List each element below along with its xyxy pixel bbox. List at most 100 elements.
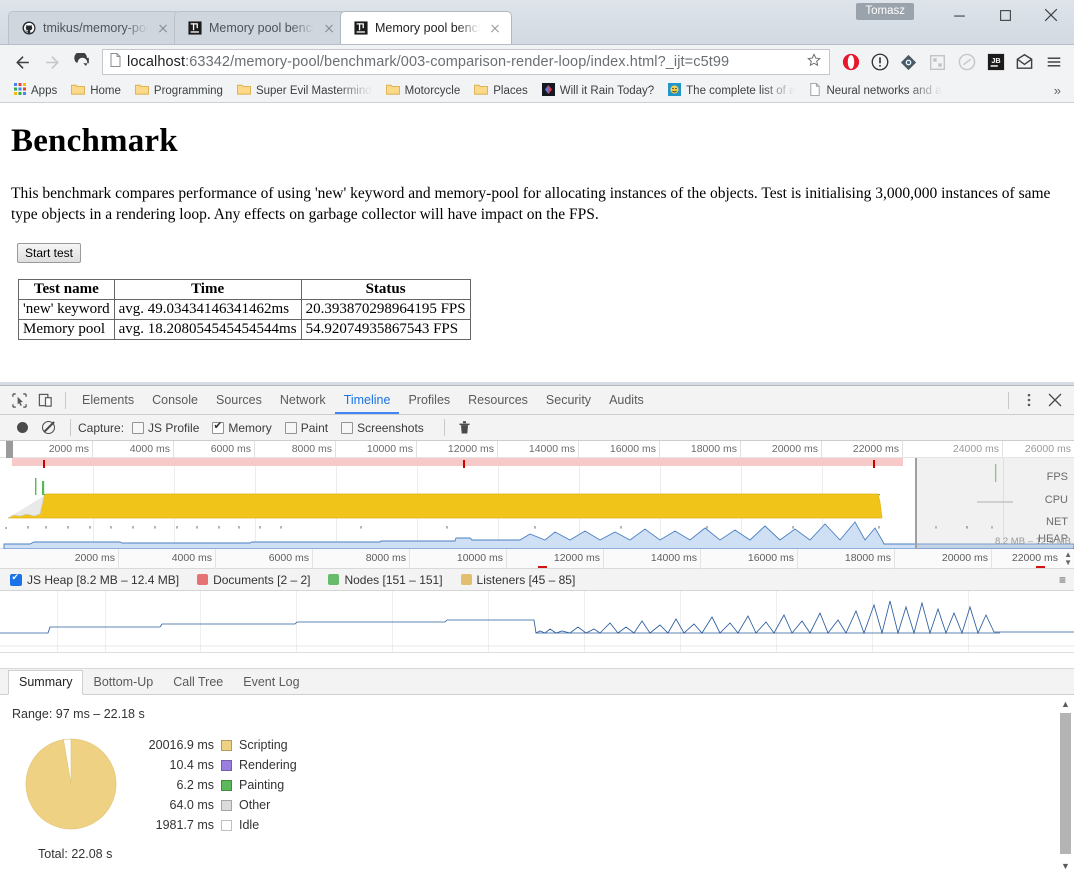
- tab-event-log[interactable]: Event Log: [233, 671, 309, 694]
- inspect-cursor-icon[interactable]: [6, 388, 32, 412]
- forward-arrow-icon[interactable]: [38, 48, 66, 76]
- close-icon[interactable]: [155, 20, 171, 36]
- address-bar[interactable]: localhost:63342/memory-pool/benchmark/00…: [102, 49, 830, 75]
- color-swatch: [328, 574, 340, 585]
- jb-icon[interactable]: JB: [983, 50, 1008, 75]
- tab-bottom-up[interactable]: Bottom-Up: [83, 671, 163, 694]
- capture-screenshots[interactable]: Screenshots: [341, 421, 424, 435]
- legend-label: Idle: [239, 818, 260, 832]
- bookmark-the-complete-list[interactable]: The complete list of a: [661, 81, 802, 101]
- overview-heap-range: 8.2 MB – 12.4 MB: [994, 536, 1071, 547]
- capture-memory[interactable]: Memory: [212, 419, 272, 435]
- intellij-icon: [187, 21, 202, 36]
- bookmark-star-icon[interactable]: [806, 52, 823, 72]
- browser-tab-3-active[interactable]: Memory pool benchmark: [340, 11, 512, 44]
- divider: [70, 419, 71, 436]
- bookmark-label: Will it Rain Today?: [559, 84, 655, 97]
- tab-sources[interactable]: Sources: [207, 386, 271, 414]
- summary-pane: Range: 97 ms – 22.18 s 20016.9 ms Script…: [0, 695, 1074, 876]
- tab-profiles[interactable]: Profiles: [399, 386, 459, 414]
- bookmark-neural-networks[interactable]: Neural networks and a: [802, 81, 948, 101]
- counter-listeners[interactable]: Listeners [45 – 85]: [460, 573, 575, 587]
- qr-icon[interactable]: [925, 50, 950, 75]
- tab-timeline[interactable]: Timeline: [335, 386, 400, 414]
- tab-network[interactable]: Network: [271, 386, 335, 414]
- capture-paint[interactable]: Paint: [284, 421, 328, 435]
- overview-tick: 16000 ms: [579, 441, 660, 458]
- folder-icon: [237, 83, 251, 98]
- kebab-menu-icon[interactable]: [1016, 388, 1042, 412]
- profile-chip[interactable]: Tomasz: [856, 3, 914, 20]
- tab-audits[interactable]: Audits: [600, 386, 653, 414]
- tab-elements[interactable]: Elements: [73, 386, 143, 414]
- divider: [65, 391, 66, 409]
- summary-scrollbar[interactable]: ▲ ▼: [1059, 699, 1072, 872]
- back-arrow-icon[interactable]: [8, 48, 36, 76]
- activity-breakdown-chart: 20016.9 ms Scripting 10.4 ms Rendering 6…: [0, 721, 1074, 835]
- capture-option-label: Screenshots: [357, 420, 424, 435]
- clear-icon[interactable]: [35, 416, 61, 440]
- overview-tick: 18000 ms: [660, 441, 741, 458]
- bookmark-motorcycle[interactable]: Motorcycle: [379, 81, 468, 100]
- counter-nodes[interactable]: Nodes [151 – 151]: [328, 573, 443, 587]
- maximize-button[interactable]: [982, 0, 1028, 30]
- start-test-button[interactable]: Start test: [17, 242, 82, 263]
- device-toggle-icon[interactable]: [32, 388, 58, 412]
- tab-security[interactable]: Security: [537, 386, 600, 414]
- checkbox[interactable]: [284, 421, 297, 434]
- close-window-button[interactable]: [1028, 0, 1074, 30]
- counters-menu-icon[interactable]: ≡: [1059, 573, 1066, 587]
- browser-tab-1[interactable]: tmikus/memory-pool: [8, 11, 180, 44]
- label-fps: FPS: [1046, 471, 1068, 483]
- bookmark-super-evil-mastermind[interactable]: Super Evil Mastermind: [230, 81, 379, 100]
- overview-left-handle[interactable]: [6, 441, 13, 458]
- opera-icon[interactable]: [838, 50, 863, 75]
- cell-status: 54.92074935867543 FPS: [300, 318, 471, 340]
- checkbox[interactable]: [10, 572, 22, 586]
- tab-call-tree[interactable]: Call Tree: [163, 671, 233, 694]
- counter-documents[interactable]: Documents [2 – 2]: [197, 573, 310, 587]
- bookmark-home[interactable]: Home: [64, 81, 128, 100]
- tab-console[interactable]: Console: [143, 386, 207, 414]
- eye-icon[interactable]: [896, 50, 921, 75]
- ruler-scroll-arrows[interactable]: ▲ ▼: [1064, 551, 1072, 567]
- cell-test-name: Memory pool: [18, 318, 115, 340]
- counter-js-heap[interactable]: JS Heap [8.2 MB – 12.4 MB]: [10, 572, 179, 587]
- bookmark-label: Programming: [153, 84, 223, 97]
- scrollbar-thumb[interactable]: [1060, 713, 1071, 854]
- bookmarks-overflow-button[interactable]: »: [1048, 83, 1067, 98]
- checkbox[interactable]: [212, 419, 225, 434]
- column-header-status: Status: [300, 278, 471, 300]
- page-info-icon[interactable]: [109, 53, 122, 71]
- circle-icon[interactable]: [954, 50, 979, 75]
- scroll-down-arrow[interactable]: ▼: [1060, 861, 1071, 872]
- checkbox[interactable]: [132, 421, 145, 434]
- tab-strip: tmikus/memory-pool Memory pool benchmark…: [0, 0, 544, 44]
- reload-icon[interactable]: [68, 48, 96, 76]
- bookmark-places[interactable]: Places: [467, 81, 535, 100]
- capture-option-label: Memory: [228, 420, 272, 435]
- capture-js-profile[interactable]: JS Profile: [132, 421, 199, 435]
- close-icon[interactable]: [487, 20, 503, 36]
- bookmark-programming[interactable]: Programming: [128, 81, 230, 100]
- mail-icon[interactable]: [1012, 50, 1037, 75]
- timeline-overview[interactable]: 2000 ms 4000 ms 6000 ms 8000 ms 10000 ms…: [0, 441, 1074, 549]
- bookmark-will-it-rain-today[interactable]: Will it Rain Today?: [535, 81, 661, 101]
- overview-body: FPS CPU NET HEAP 8.2 MB – 12.4 MB: [0, 441, 1074, 549]
- trash-icon[interactable]: [452, 416, 478, 440]
- tab-resources[interactable]: Resources: [459, 386, 537, 414]
- checkbox[interactable]: [341, 421, 354, 434]
- close-icon[interactable]: [321, 20, 337, 36]
- memory-graph[interactable]: [0, 591, 1074, 653]
- minimize-button[interactable]: [936, 0, 982, 30]
- page-icon: [809, 82, 821, 99]
- scroll-up-arrow[interactable]: ▲: [1060, 699, 1071, 710]
- record-circle-icon[interactable]: [9, 416, 35, 440]
- new-tab-button[interactable]: [518, 15, 544, 41]
- close-icon[interactable]: [1042, 388, 1068, 412]
- browser-tab-2[interactable]: Memory pool benchmark: [174, 11, 346, 44]
- tab-summary[interactable]: Summary: [8, 670, 84, 695]
- bookmark-apps[interactable]: Apps: [7, 81, 64, 100]
- info-icon[interactable]: [867, 50, 892, 75]
- hamburger-icon[interactable]: [1041, 50, 1066, 75]
